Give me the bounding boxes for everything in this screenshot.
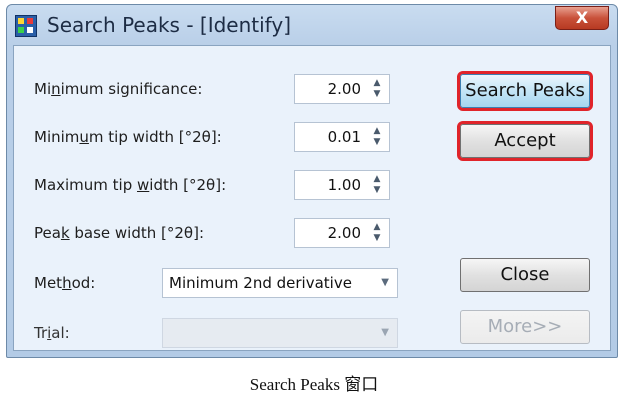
min-tip-width-spinner[interactable]: 0.01 ▲ ▼ [294, 122, 390, 152]
method-select[interactable]: Minimum 2nd derivative ▼ [162, 268, 398, 298]
search-peaks-dialog: Search Peaks - [Identify] X Minimum sign… [6, 4, 618, 358]
app-icon [15, 15, 37, 37]
chevron-down-icon[interactable]: ▼ [381, 277, 389, 288]
spinner-arrows-icon[interactable]: ▲ ▼ [371, 222, 383, 244]
max-tip-width-label: Maximum tip width [°2θ]: [34, 176, 227, 194]
accept-button[interactable]: Accept [457, 121, 593, 161]
min-tip-width-value[interactable]: 0.01 [328, 128, 361, 146]
trial-label: Trial: [34, 324, 70, 342]
chevron-down-icon: ▼ [381, 327, 389, 338]
method-label: Method: [34, 274, 96, 292]
peak-base-width-value[interactable]: 2.00 [328, 224, 361, 242]
close-window-button[interactable]: X [555, 6, 609, 30]
more-button: More>> [460, 310, 590, 344]
min-significance-label: Minimum significance: [34, 80, 203, 98]
max-tip-width-spinner[interactable]: 1.00 ▲ ▼ [294, 170, 390, 200]
min-significance-spinner[interactable]: 2.00 ▲ ▼ [294, 74, 390, 104]
close-button[interactable]: Close [460, 258, 590, 292]
peak-base-width-spinner[interactable]: 2.00 ▲ ▼ [294, 218, 390, 248]
max-tip-width-value[interactable]: 1.00 [328, 176, 361, 194]
title-bar[interactable]: Search Peaks - [Identify] X [7, 5, 617, 45]
method-value: Minimum 2nd derivative [169, 274, 352, 292]
spinner-arrows-icon[interactable]: ▲ ▼ [371, 174, 383, 196]
min-significance-value[interactable]: 2.00 [328, 80, 361, 98]
min-tip-width-label: Minimum tip width [°2θ]: [34, 128, 222, 146]
peak-base-width-label: Peak base width [°2θ]: [34, 224, 205, 242]
trial-select: ▼ [162, 318, 398, 348]
spinner-arrows-icon[interactable]: ▲ ▼ [371, 126, 383, 148]
spinner-arrows-icon[interactable]: ▲ ▼ [371, 78, 383, 100]
figure-caption: Search Peaks 窗口 [249, 375, 379, 394]
search-peaks-button[interactable]: Search Peaks [457, 71, 593, 111]
dialog-body: Minimum significance: 2.00 ▲ ▼ Minimum ti… [13, 45, 611, 351]
window-title: Search Peaks - [Identify] [47, 13, 292, 37]
